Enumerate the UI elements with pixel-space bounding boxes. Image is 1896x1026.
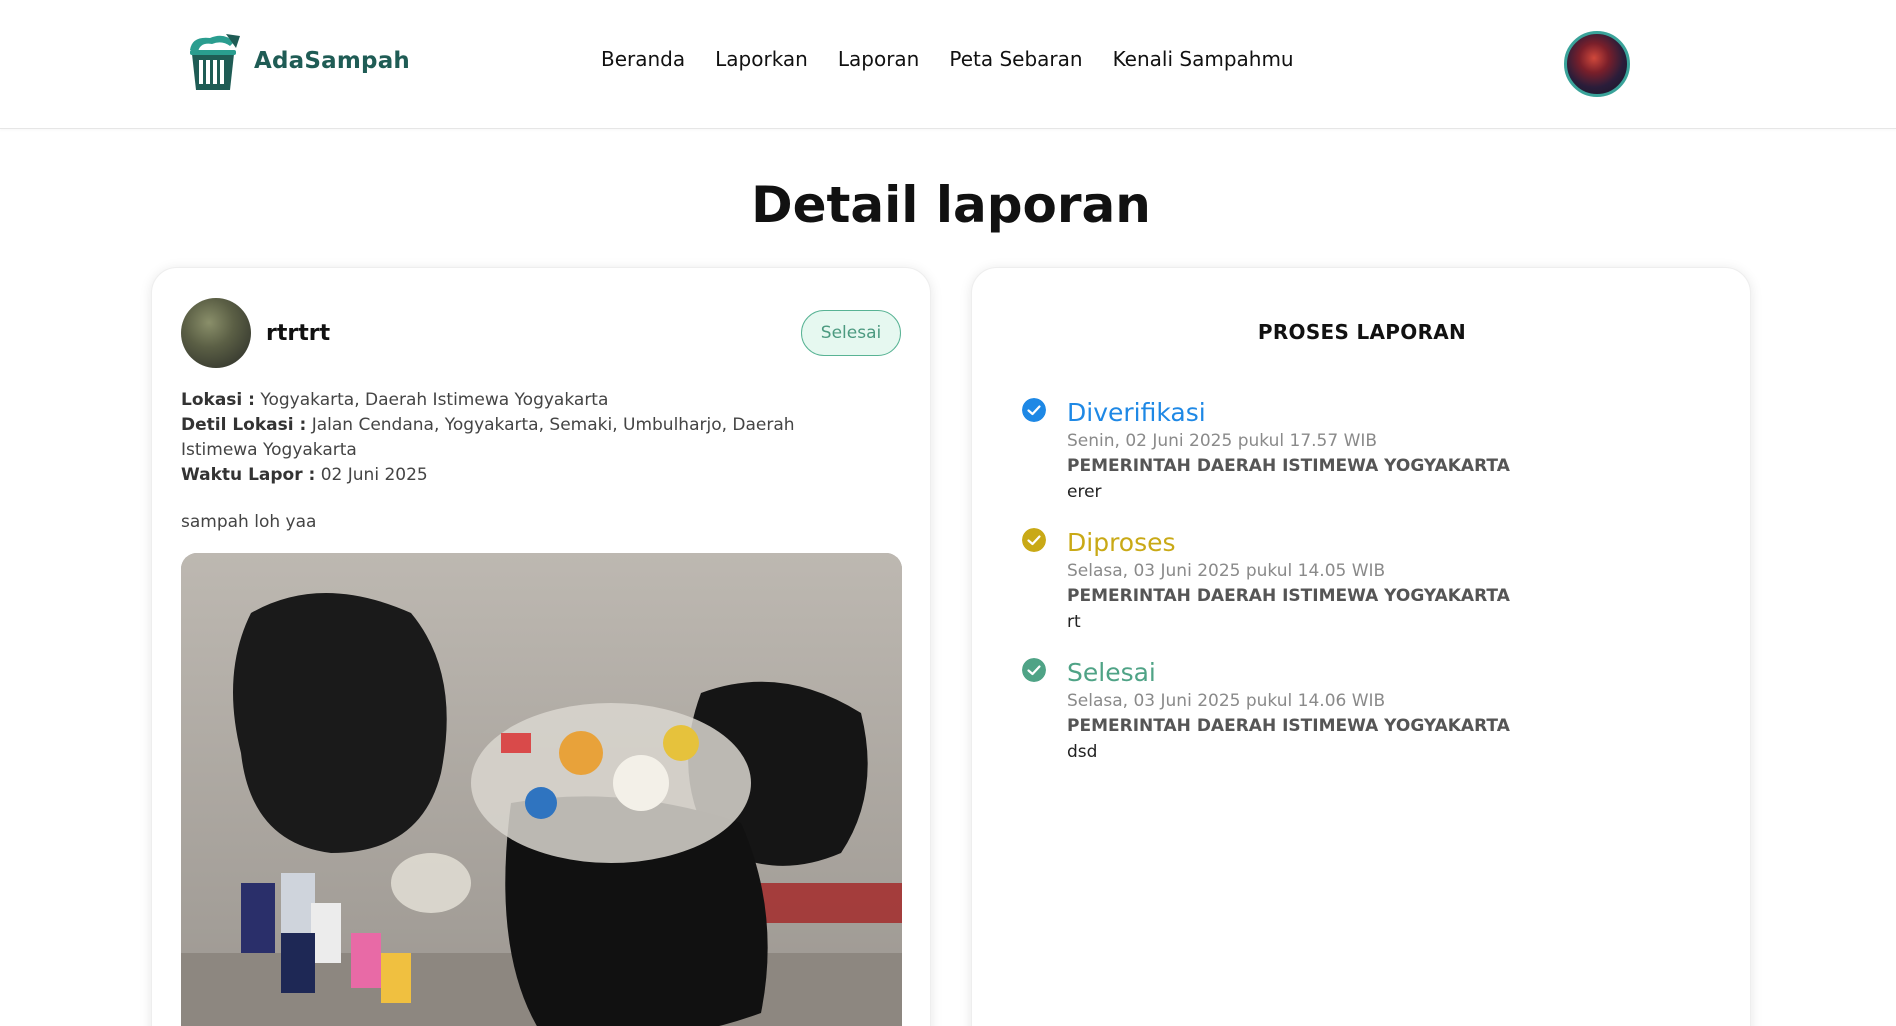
- detil-lokasi-label: Detil Lokasi :: [181, 415, 307, 435]
- user-avatar[interactable]: [1564, 31, 1630, 97]
- step-body: Diproses Selasa, 03 Juni 2025 pukul 14.0…: [1067, 528, 1667, 635]
- check-circle-icon: [1022, 398, 1046, 422]
- waktu-lapor-label: Waktu Lapor :: [181, 465, 316, 485]
- brand-logo[interactable]: AdaSampah: [180, 28, 410, 94]
- step-title: Selesai: [1067, 658, 1156, 687]
- process-card: PROSES LAPORAN Diverifikasi Senin, 02 Ju…: [971, 267, 1751, 1026]
- nav-beranda[interactable]: Beranda: [601, 47, 685, 71]
- check-circle-icon: [1022, 528, 1046, 552]
- step-body: Selesai Selasa, 03 Juni 2025 pukul 14.06…: [1067, 658, 1667, 765]
- step-title: Diproses: [1067, 528, 1176, 557]
- step-org: PEMERINTAH DAERAH ISTIMEWA YOGYAKARTA: [1067, 456, 1510, 476]
- step-date: Senin, 02 Juni 2025 pukul 17.57 WIB: [1067, 431, 1378, 451]
- step-body: Diverifikasi Senin, 02 Juni 2025 pukul 1…: [1067, 398, 1667, 505]
- report-description: sampah loh yaa: [181, 512, 317, 532]
- top-navbar: AdaSampah Beranda Laporkan Laporan Peta …: [0, 0, 1896, 129]
- report-photo[interactable]: [181, 553, 902, 1026]
- step-note: rt: [1067, 612, 1081, 632]
- page-title: Detail laporan: [751, 176, 1151, 234]
- waktu-lapor-value: 02 Juni 2025: [320, 465, 428, 485]
- step-note: dsd: [1067, 742, 1098, 762]
- trash-logo-icon: [190, 34, 240, 90]
- reporter-name: rtrtrt: [266, 320, 331, 346]
- process-title: PROSES LAPORAN: [1257, 320, 1467, 344]
- nav-laporkan[interactable]: Laporkan: [715, 47, 808, 71]
- nav-peta-sebaran[interactable]: Peta Sebaran: [949, 47, 1082, 71]
- detil-lokasi-row: Detil Lokasi : Jalan Cendana, Yogyakarta…: [181, 413, 871, 463]
- garbage-photo-illustration: [181, 553, 902, 1026]
- brand-name: AdaSampah: [254, 48, 410, 74]
- step-title: Diverifikasi: [1067, 398, 1206, 427]
- lokasi-value: Yogyakarta, Daerah Istimewa Yogyakarta: [260, 390, 609, 410]
- lokasi-row: Lokasi : Yogyakarta, Daerah Istimewa Yog…: [181, 388, 871, 413]
- step-org: PEMERINTAH DAERAH ISTIMEWA YOGYAKARTA: [1067, 716, 1510, 736]
- reporter-info: rtrtrt: [181, 298, 330, 368]
- reporter-avatar: [181, 298, 251, 368]
- report-card: rtrtrt Selesai Lokasi : Yogyakarta, Daer…: [151, 267, 931, 1026]
- waktu-lapor-row: Waktu Lapor : 02 Juni 2025: [181, 463, 871, 488]
- nav-kenali-sampahmu[interactable]: Kenali Sampahmu: [1113, 47, 1294, 71]
- main-nav: Beranda Laporkan Laporan Peta Sebaran Ke…: [601, 47, 1294, 71]
- step-note: erer: [1067, 482, 1102, 502]
- nav-laporan[interactable]: Laporan: [838, 47, 919, 71]
- step-date: Selasa, 03 Juni 2025 pukul 14.06 WIB: [1067, 691, 1386, 711]
- report-info: Lokasi : Yogyakarta, Daerah Istimewa Yog…: [181, 388, 871, 488]
- check-circle-icon: [1022, 658, 1046, 682]
- step-org: PEMERINTAH DAERAH ISTIMEWA YOGYAKARTA: [1067, 586, 1510, 606]
- status-badge: Selesai: [801, 310, 901, 356]
- step-date: Selasa, 03 Juni 2025 pukul 14.05 WIB: [1067, 561, 1386, 581]
- lokasi-label: Lokasi :: [181, 390, 255, 410]
